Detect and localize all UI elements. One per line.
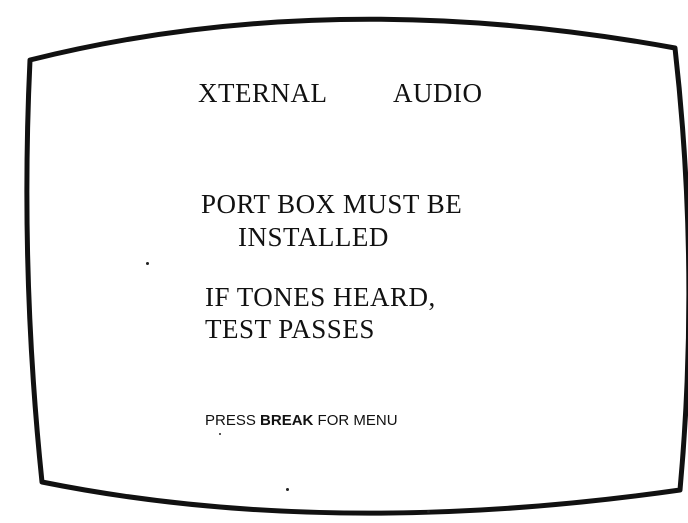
break-key-label: BREAK [260,412,314,429]
message-line-3: IF TONES HEARD, [205,282,436,312]
menu-prompt-rest: FOR MENU [313,412,398,429]
crt-screen-capture: XTERNAL AUDIO PORT BOX MUST BE INSTALLED… [0,0,688,523]
message-line-2: INSTALLED [238,222,389,252]
message-line-1: PORT BOX MUST BE [201,189,463,219]
screen-title-left: XTERNAL [198,78,328,108]
scan-speck [427,510,430,513]
menu-prompt: PRESS BREAK FOR MENU [205,412,398,429]
scan-speck [146,262,149,265]
scan-speck [286,488,289,491]
screen-title-right: AUDIO [393,78,483,108]
scan-speck [219,433,221,435]
menu-prompt-press: PRESS [205,412,261,429]
crt-screen-border [24,16,688,516]
message-line-4: TEST PASSES [205,314,375,344]
